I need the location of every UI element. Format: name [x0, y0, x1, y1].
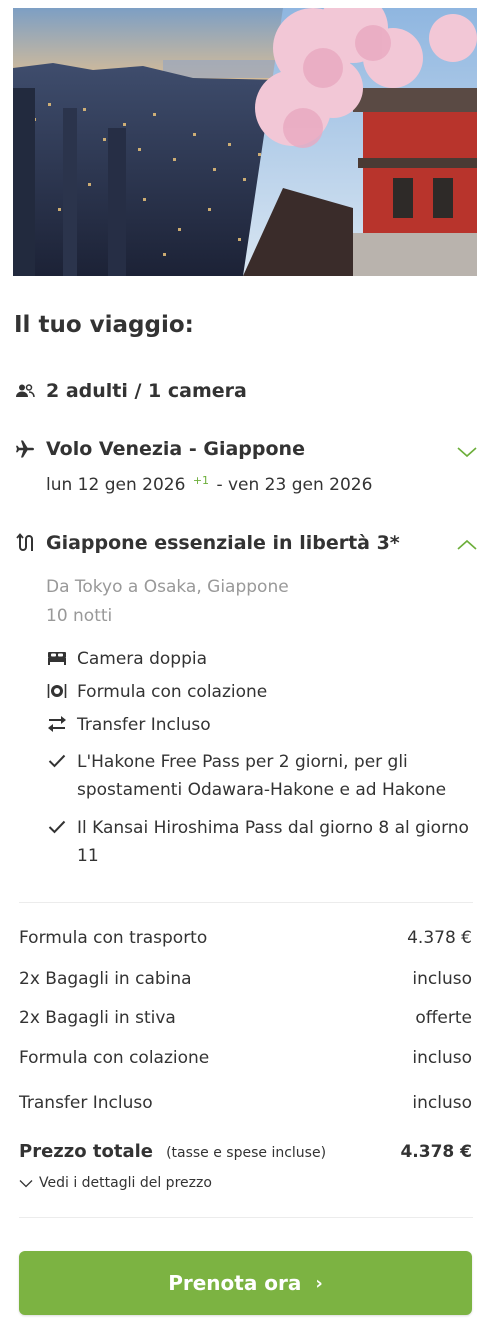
total-value: 4.378 € [400, 1142, 472, 1162]
chevron-down-icon [19, 1179, 33, 1187]
price-details-link[interactable]: Vedi i dettagli del prezzo [19, 1175, 212, 1191]
people-icon [14, 380, 36, 402]
package-route: Da Tokyo a Osaka, Giappone [46, 577, 289, 597]
feature-text: L'Hakone Free Pass per 2 giorni, per gli… [77, 752, 447, 800]
plate-icon [46, 680, 68, 702]
package-label: Giappone essenziale in libertà 3* [46, 532, 400, 554]
total-label: Prezzo totale [19, 1141, 153, 1162]
book-now-button[interactable]: Prenota ora › [19, 1251, 472, 1315]
feature-item: Il Kansai Hiroshima Pass dal giorno 8 al… [46, 814, 476, 870]
feature-item: Camera doppia [46, 645, 476, 673]
price-label: Transfer Incluso [19, 1093, 153, 1113]
bed-icon [46, 647, 68, 669]
price-label: 2x Bagagli in cabina [19, 969, 192, 989]
total-row: Prezzo totale (tasse e spese incluse) 4.… [19, 1141, 472, 1162]
trip-title: Il tuo viaggio: [14, 312, 194, 338]
total-note: (tasse e spese incluse) [166, 1145, 327, 1161]
price-row: Formula con colazione incluso [19, 1048, 472, 1068]
price-value: incluso [412, 1093, 472, 1113]
feature-text: Formula con colazione [77, 682, 268, 702]
airplane-icon [14, 438, 36, 460]
return-date: - ven 23 gen 2026 [216, 475, 373, 495]
price-value: incluso [412, 969, 472, 989]
feature-item: L'Hakone Free Pass per 2 giorni, per gli… [46, 748, 476, 804]
route-icon [14, 532, 36, 554]
divider [19, 902, 473, 903]
price-row: Transfer Incluso incluso [19, 1093, 472, 1113]
feature-text: Camera doppia [77, 649, 208, 669]
package-nights: 10 notti [46, 606, 113, 626]
chevron-up-icon[interactable] [456, 538, 478, 552]
feature-item: Transfer Incluso [46, 711, 476, 739]
flight-dates: lun 12 gen 2026 +1 - ven 23 gen 2026 [46, 474, 372, 495]
transfer-icon [46, 713, 68, 735]
hero-image [13, 8, 477, 276]
price-label: 2x Bagagli in stiva [19, 1008, 176, 1028]
price-value: 4.378 € [407, 928, 472, 948]
depart-date: lun 12 gen 2026 [46, 475, 186, 495]
feature-text: Transfer Incluso [77, 715, 211, 735]
price-value: offerte [415, 1008, 472, 1028]
guests-label: 2 adulti / 1 camera [46, 380, 247, 402]
plus-days: +1 [192, 474, 210, 487]
flight-row[interactable]: Volo Venezia - Giappone [14, 438, 305, 460]
divider [19, 1217, 473, 1218]
price-details-label: Vedi i dettagli del prezzo [39, 1175, 212, 1191]
price-value: incluso [412, 1048, 472, 1068]
price-label: Formula con trasporto [19, 928, 208, 948]
package-row[interactable]: Giappone essenziale in libertà 3* [14, 532, 400, 554]
check-icon [46, 750, 68, 772]
price-row: 2x Bagagli in stiva offerte [19, 1008, 472, 1028]
book-now-label: Prenota ora [168, 1271, 302, 1295]
chevron-down-icon[interactable] [456, 445, 478, 459]
chevron-right-icon: › [315, 1272, 323, 1294]
check-icon [46, 816, 68, 838]
price-row: Formula con trasporto 4.378 € [19, 928, 472, 948]
feature-item: Formula con colazione [46, 678, 476, 706]
flight-label: Volo Venezia - Giappone [46, 438, 305, 460]
price-row: 2x Bagagli in cabina incluso [19, 969, 472, 989]
price-label: Formula con colazione [19, 1048, 210, 1068]
guests-row: 2 adulti / 1 camera [14, 380, 247, 402]
feature-text: Il Kansai Hiroshima Pass dal giorno 8 al… [77, 818, 469, 866]
